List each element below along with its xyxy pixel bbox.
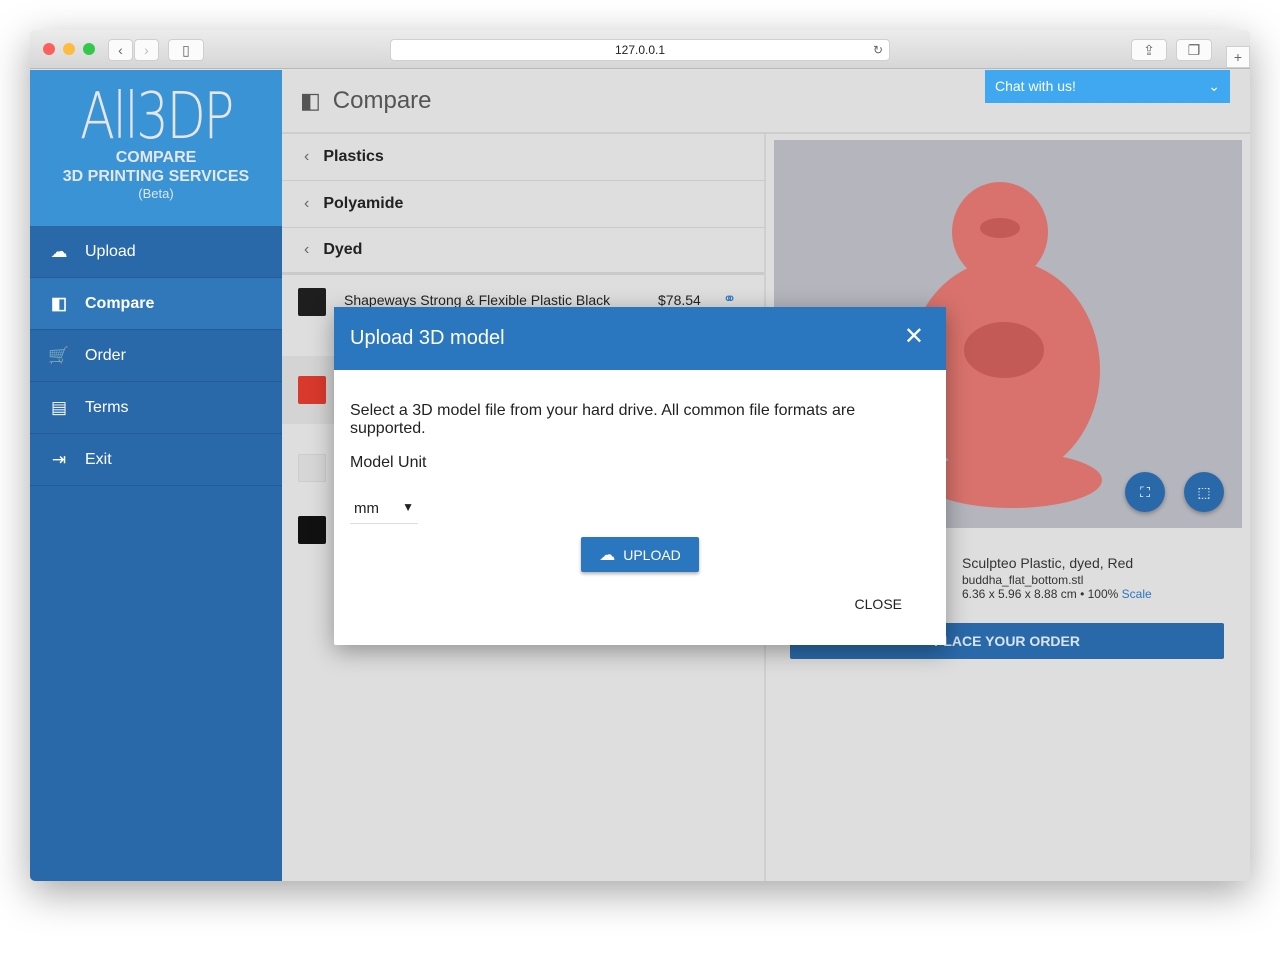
chat-label: Chat with us! xyxy=(995,78,1076,94)
sidebar-item-label: Compare xyxy=(85,294,155,312)
logo[interactable]: All3DP xyxy=(55,70,257,154)
cloud-upload-icon: ☁ xyxy=(50,241,68,261)
sidebar-item-label: Terms xyxy=(85,398,129,416)
model-unit-select[interactable]: mm ▼ xyxy=(350,496,418,524)
chevron-left-icon: ‹ xyxy=(304,148,310,165)
chevron-left-icon: ‹ xyxy=(304,241,310,258)
dropdown-arrow-icon: ▼ xyxy=(402,500,414,514)
sidebar-item-label: Exit xyxy=(85,450,112,468)
close-window-button[interactable] xyxy=(43,43,55,55)
minimize-window-button[interactable] xyxy=(63,43,75,55)
brand-line2: 3D PRINTING SERVICES xyxy=(62,168,250,185)
breadcrumb-label: Polyamide xyxy=(323,195,404,212)
sidebar-item-terms[interactable]: ▤ Terms xyxy=(30,382,282,434)
sidebar-item-exit[interactable]: ⇥ Exit xyxy=(30,434,282,486)
forward-button[interactable]: › xyxy=(134,39,159,61)
exit-icon: ⇥ xyxy=(51,449,67,469)
sidebar-item-label: Upload xyxy=(85,242,136,260)
breadcrumb-plastics[interactable]: ‹ Plastics xyxy=(282,134,764,181)
upload-label: UPLOAD xyxy=(623,546,681,563)
upload-button[interactable]: ☁ UPLOAD xyxy=(581,537,699,572)
dialog-description: Select a 3D model file from your hard dr… xyxy=(350,402,856,437)
cloud-upload-icon: ☁ xyxy=(599,546,616,564)
share-icon[interactable]: ⇪ xyxy=(1131,39,1167,61)
upload-dialog: Upload 3D model ✕ Select a 3D model file … xyxy=(334,307,946,645)
address-bar[interactable]: 127.0.0.1 ↻ xyxy=(390,39,890,61)
url-text: 127.0.0.1 xyxy=(614,43,666,57)
model-info: Sculpteo Plastic, dyed, Red buddha_flat_… xyxy=(962,555,1152,601)
breadcrumb-label: Plastics xyxy=(323,148,384,165)
back-button[interactable]: ‹ xyxy=(108,39,133,61)
material-name: Sculpteo Plastic, dyed, Red xyxy=(962,555,1134,571)
tabs-icon[interactable]: ❐ xyxy=(1176,39,1212,61)
chat-button[interactable]: Chat with us! ⌄ xyxy=(985,70,1230,103)
color-swatch xyxy=(298,516,326,544)
titlebar: ‹ › ▯ 127.0.0.1 ↻ ⇪ ❐ + xyxy=(30,30,1250,69)
compare-icon: ◧ xyxy=(50,293,68,313)
document-icon: ▤ xyxy=(50,397,68,417)
zoom-window-button[interactable] xyxy=(83,43,95,55)
breadcrumb-label: Dyed xyxy=(323,241,363,258)
color-swatch xyxy=(298,288,326,316)
sidebar-item-label: Order xyxy=(85,346,126,364)
sidebar-item-compare[interactable]: ◧ Compare xyxy=(30,278,282,330)
compare-icon: ◧ xyxy=(300,88,321,113)
bounding-box-icon[interactable]: ⬚ xyxy=(1184,472,1224,512)
cart-icon: 🛒 xyxy=(48,345,70,365)
reload-icon[interactable]: ↻ xyxy=(873,40,883,61)
scale-link[interactable]: Scale xyxy=(1122,587,1152,601)
chevron-left-icon: ‹ xyxy=(304,195,310,212)
color-swatch xyxy=(298,454,326,482)
dialog-header: Upload 3D model ✕ xyxy=(334,307,946,370)
new-tab-button[interactable]: + xyxy=(1226,46,1250,68)
fullscreen-icon[interactable]: ⛶ xyxy=(1125,472,1165,512)
model-dimensions: 6.36 x 5.96 x 8.88 cm • 100% xyxy=(962,587,1119,601)
file-name: buddha_flat_bottom.stl xyxy=(962,573,1084,587)
sidebar: All3DP COMPARE 3D PRINTING SERVICES (Bet… xyxy=(30,70,282,881)
dialog-title: Upload 3D model xyxy=(350,327,505,349)
brand: All3DP COMPARE 3D PRINTING SERVICES (Bet… xyxy=(30,70,282,226)
close-icon[interactable]: ✕ xyxy=(904,325,924,349)
close-button[interactable]: CLOSE xyxy=(855,596,902,612)
sidebar-item-order[interactable]: 🛒 Order xyxy=(30,330,282,382)
color-swatch xyxy=(298,376,326,404)
sidebar-item-upload[interactable]: ☁ Upload xyxy=(30,226,282,278)
breadcrumb-dyed[interactable]: ‹ Dyed xyxy=(282,228,764,275)
beta-label: (Beta) xyxy=(138,186,174,201)
breadcrumb-polyamide[interactable]: ‹ Polyamide xyxy=(282,181,764,228)
sidebar-toggle-icon[interactable]: ▯ xyxy=(168,39,204,61)
chevron-down-icon: ⌄ xyxy=(1208,78,1220,94)
page-title: Compare xyxy=(332,87,432,114)
model-unit-label: Model Unit xyxy=(350,454,427,471)
selected-unit: mm xyxy=(354,500,379,517)
